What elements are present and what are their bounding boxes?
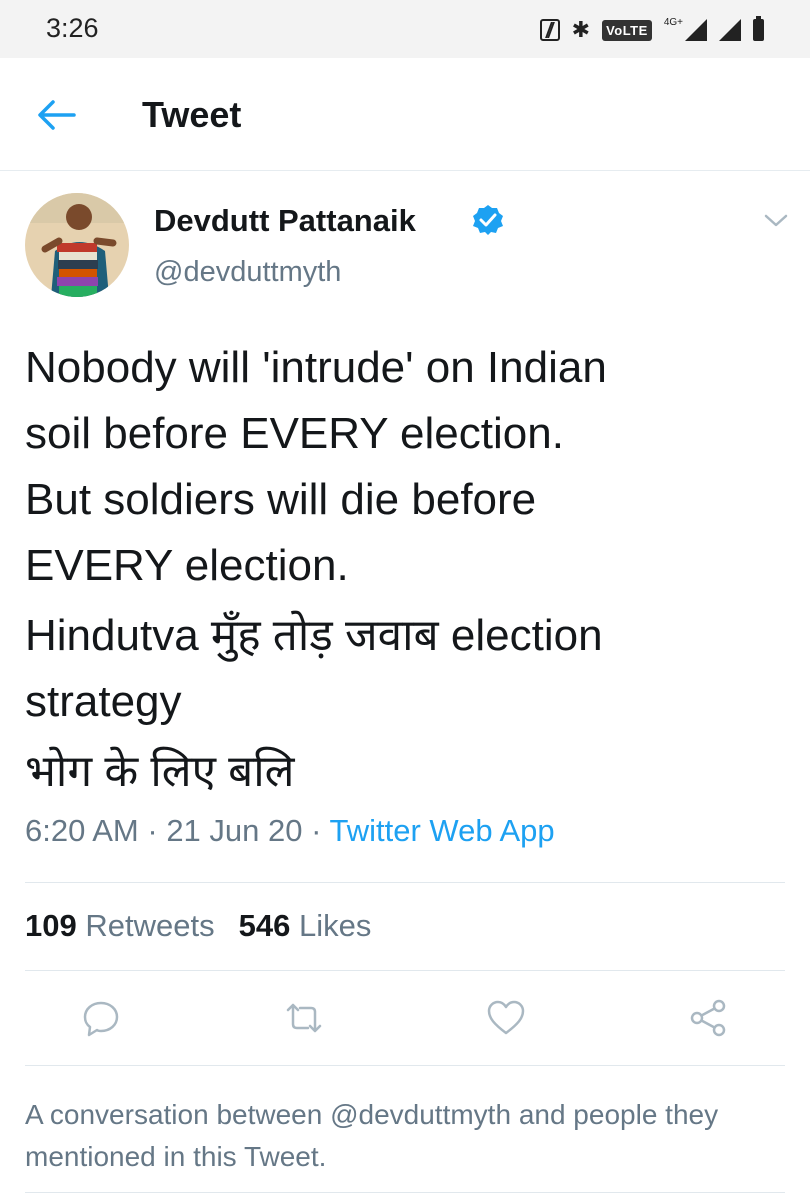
retweets-label: Retweets (85, 908, 215, 943)
tweet-line: EVERY election. (25, 541, 349, 590)
back-arrow-icon[interactable] (36, 98, 76, 132)
tweet-meta: 6:20 AM · 21 Jun 20 · Twitter Web App (25, 813, 555, 849)
divider (25, 970, 785, 971)
conversation-notice: A conversation between @devduttmyth and … (25, 1099, 719, 1172)
status-bar: 3:26 ✱ VoLTE 4G+ (0, 0, 810, 58)
signal-icon (685, 19, 707, 41)
heart-icon[interactable] (484, 996, 528, 1040)
top-app-bar: Tweet (0, 58, 810, 171)
retweet-icon[interactable] (282, 996, 326, 1040)
avatar[interactable] (25, 193, 129, 297)
divider (25, 1192, 785, 1193)
avatar-image (25, 193, 129, 297)
tweet-line: strategy (25, 677, 182, 726)
tweet-line: But soldiers will die before (25, 475, 537, 524)
tweet-text: Nobody will 'intrude' on Indian soil bef… (25, 335, 800, 805)
status-icons: ✱ VoLTE 4G+ (539, 14, 764, 46)
signal-icon-2 (719, 19, 741, 41)
divider (25, 1065, 785, 1066)
likes-label: Likes (298, 908, 372, 943)
likes-stat[interactable]: 546 Likes (239, 908, 372, 943)
share-icon[interactable] (686, 996, 730, 1040)
battery-icon (753, 16, 764, 41)
status-time: 3:26 (46, 13, 99, 43)
volte-badge: VoLTE (602, 19, 652, 41)
reply-icon[interactable] (79, 996, 123, 1040)
tweet-stats: 109 Retweets 546 Likes (25, 908, 371, 944)
tweet-line: Hindutva मुँह तोड़ जवाब election (25, 611, 603, 660)
tweet-time: 6:20 AM (25, 813, 139, 848)
tweet-source-link[interactable]: Twitter Web App (329, 813, 554, 848)
tweet-date: 21 Jun 20 (166, 813, 303, 848)
tweet-line: Nobody will 'intrude' on Indian (25, 343, 607, 392)
retweets-count: 109 (25, 908, 77, 943)
likes-count: 546 (238, 908, 291, 943)
meta-separator: · (138, 813, 167, 848)
nfc-icon (539, 19, 560, 41)
author-handle[interactable]: @devduttmyth (154, 256, 341, 289)
page-title: Tweet (142, 94, 242, 135)
bluetooth-icon: ✱ (571, 17, 591, 42)
network-type-label: 4G+ (663, 16, 683, 28)
divider (25, 882, 785, 883)
chevron-down-icon[interactable] (762, 210, 790, 230)
retweets-stat[interactable]: 109 Retweets (25, 908, 215, 943)
tweet-line: soil before EVERY election. (25, 409, 564, 458)
meta-separator: · (302, 813, 330, 848)
author-name[interactable]: Devdutt Pattanaik (154, 203, 416, 239)
tweet-line: भोग के लिए बलि (25, 747, 295, 796)
verified-badge-icon (473, 205, 503, 235)
